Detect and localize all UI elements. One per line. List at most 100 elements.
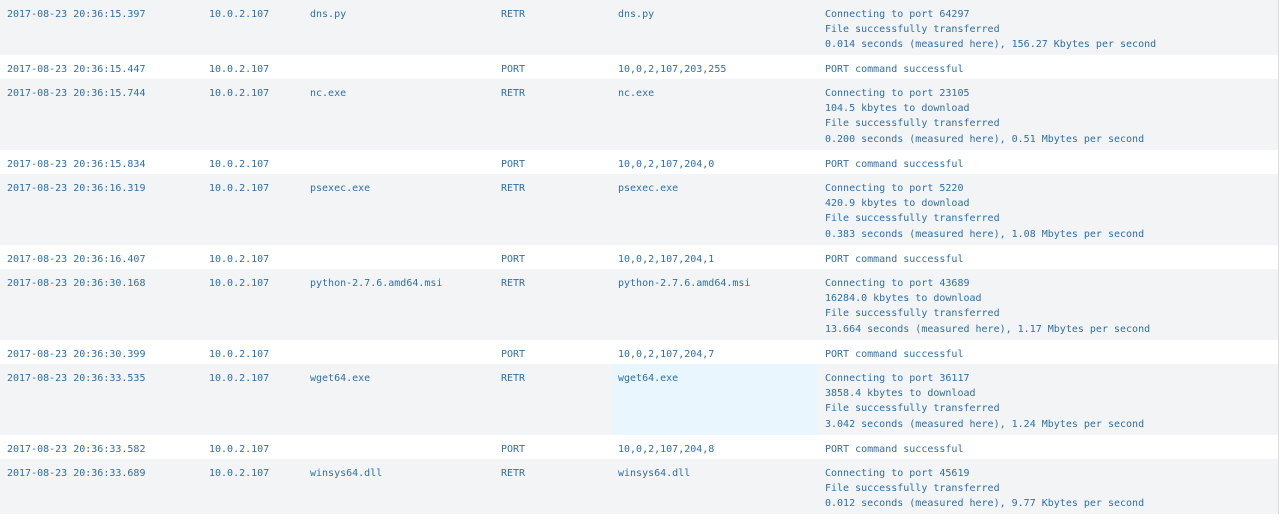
cell-timestamp: 2017-08-23 20:36:15.834: [0, 150, 202, 175]
cell-command-text: RETR: [501, 9, 526, 20]
cell-argument-text: [310, 442, 494, 457]
cell-command-text: PORT: [501, 253, 526, 265]
reply-line: File successfully transferred: [825, 483, 1000, 495]
cell-info: 10,0,2,107,204,7: [612, 340, 818, 365]
cell-reply: Connecting to port 43689 16284.0 kbytes t…: [818, 269, 1278, 340]
cell-reply: PORT command successful: [818, 245, 1278, 270]
cell-source-ip: 10.0.2.107: [202, 0, 304, 55]
cell-reply: Connecting to port 45619 File successfull…: [818, 459, 1278, 514]
cell-timestamp-text: 2017-08-23 20:36:15.397: [7, 9, 146, 20]
reply-line: Connecting to port 43689: [825, 278, 970, 289]
reply-line: File successfully transferred: [825, 24, 1000, 36]
table-row[interactable]: 2017-08-23 20:36:15.744 10.0.2.107 nc.exe R…: [0, 79, 1278, 150]
cell-timestamp: 2017-08-23 20:36:15.447: [0, 55, 202, 80]
cell-timestamp: 2017-08-23 20:36:16.407: [0, 245, 202, 270]
cell-command-text: PORT: [501, 443, 526, 455]
cell-timestamp: 2017-08-23 20:36:33.582: [0, 435, 202, 460]
table-row[interactable]: 2017-08-23 20:36:33.535 10.0.2.107 wget64.…: [0, 364, 1278, 435]
table-row[interactable]: 2017-08-23 20:36:15.834 10.0.2.107 PORT 10,…: [0, 149, 1278, 175]
cell-info-text: 10,0,2,107,204,0: [618, 158, 715, 170]
cell-command: PORT: [494, 150, 612, 175]
cell-command: PORT: [494, 435, 612, 460]
cell-argument-text: psexec.exe: [310, 183, 371, 194]
cell-info: nc.exe: [612, 79, 818, 150]
cell-info-text: wget64.exe: [618, 373, 679, 384]
cell-command: RETR: [494, 174, 612, 245]
cell-reply: Connecting to port 5220 420.9 kbytes to d…: [818, 174, 1278, 245]
cell-timestamp: 2017-08-23 20:36:30.168: [0, 269, 202, 340]
cell-source-ip-text: 10.0.2.107: [209, 278, 270, 289]
cell-timestamp-text: 2017-08-23 20:36:33.535: [7, 373, 146, 384]
cell-info-text: python-2.7.6.amd64.msi: [618, 278, 751, 289]
reply-line: PORT command successful: [825, 348, 964, 360]
cell-source-ip: 10.0.2.107: [202, 459, 304, 514]
cell-argument-text: dns.py: [310, 9, 347, 20]
cell-argument: python-2.7.6.amd64.msi: [304, 269, 494, 340]
cell-info-text: 10,0,2,107,204,7: [618, 348, 715, 360]
reply-line: File successfully transferred: [825, 213, 1000, 225]
table-row[interactable]: 2017-08-23 20:36:16.319 10.0.2.107 psexec.…: [0, 174, 1278, 245]
cell-source-ip: 10.0.2.107: [202, 55, 304, 80]
cell-info: psexec.exe: [612, 174, 818, 245]
cell-command-text: RETR: [501, 88, 526, 99]
cell-reply: PORT command successful: [818, 55, 1278, 80]
cell-argument-text: wget64.exe: [310, 373, 371, 384]
cell-command-text: RETR: [501, 278, 526, 289]
cell-source-ip: 10.0.2.107: [202, 150, 304, 175]
cell-argument-text: [310, 62, 494, 77]
table-row[interactable]: 2017-08-23 20:36:15.447 10.0.2.107 PORT 10,…: [0, 54, 1278, 80]
cell-source-ip-text: 10.0.2.107: [209, 9, 270, 20]
cell-timestamp-text: 2017-08-23 20:36:15.744: [7, 88, 146, 99]
cell-command: PORT: [494, 55, 612, 80]
cell-argument-text: nc.exe: [310, 88, 347, 99]
cell-reply: PORT command successful: [818, 435, 1278, 460]
table-row[interactable]: 2017-08-23 20:36:16.407 10.0.2.107 PORT 10,…: [0, 244, 1278, 270]
cell-argument: [304, 340, 494, 365]
reply-line: 3858.4 kbytes to download: [825, 388, 976, 400]
cell-argument: [304, 150, 494, 175]
cell-command-text: PORT: [501, 348, 526, 360]
cell-argument: nc.exe: [304, 79, 494, 150]
cell-info: python-2.7.6.amd64.msi: [612, 269, 818, 340]
cell-argument-text: [310, 252, 494, 267]
table-row[interactable]: 2017-08-23 20:36:30.168 10.0.2.107 python-…: [0, 269, 1278, 340]
table-row[interactable]: 2017-08-23 20:36:33.689 10.0.2.107 winsys6…: [0, 459, 1278, 514]
cell-argument: winsys64.dll: [304, 459, 494, 514]
cell-source-ip: 10.0.2.107: [202, 435, 304, 460]
cell-info-text: psexec.exe: [618, 183, 679, 194]
cell-argument: dns.py: [304, 0, 494, 55]
reply-line: File successfully transferred: [825, 118, 1000, 130]
table-row[interactable]: 2017-08-23 20:36:33.582 10.0.2.107 PORT 10,…: [0, 434, 1278, 460]
reply-line: 3.042 seconds (measured here), 1.24 Mbyt…: [825, 418, 1145, 430]
cell-info-text: 10,0,2,107,204,8: [618, 443, 715, 455]
reply-line: File successfully transferred: [825, 403, 1000, 415]
cell-command: RETR: [494, 0, 612, 55]
cell-argument-text: winsys64.dll: [310, 468, 383, 479]
cell-command: RETR: [494, 364, 612, 435]
reply-line: 0.200 seconds (measured here), 0.51 Mbyt…: [825, 133, 1145, 145]
reply-line: 13.664 seconds (measured here), 1.17 Mby…: [825, 323, 1151, 335]
cell-command: PORT: [494, 340, 612, 365]
cell-argument-text: [310, 347, 494, 362]
cell-timestamp: 2017-08-23 20:36:15.744: [0, 79, 202, 150]
cell-argument: [304, 435, 494, 460]
cell-command-text: PORT: [501, 63, 526, 75]
cell-source-ip-text: 10.0.2.107: [209, 253, 270, 265]
cell-argument-text: [310, 157, 494, 172]
ftp-log-table: 2017-08-23 20:36:15.397 10.0.2.107 dns.py R…: [0, 0, 1279, 514]
reply-line: Connecting to port 23105: [825, 88, 970, 99]
cell-info-text: 10,0,2,107,204,1: [618, 253, 715, 265]
table-row[interactable]: 2017-08-23 20:36:15.397 10.0.2.107 dns.py R…: [0, 0, 1278, 55]
cell-source-ip-text: 10.0.2.107: [209, 348, 270, 360]
cell-info: dns.py: [612, 0, 818, 55]
cell-info-text: 10,0,2,107,203,255: [618, 63, 727, 75]
cell-command-text: PORT: [501, 158, 526, 170]
table-row[interactable]: 2017-08-23 20:36:30.399 10.0.2.107 PORT 10,…: [0, 339, 1278, 365]
cell-reply: Connecting to port 36117 3858.4 kbytes to…: [818, 364, 1278, 435]
cell-command: RETR: [494, 459, 612, 514]
cell-source-ip-text: 10.0.2.107: [209, 88, 270, 99]
reply-line: Connecting to port 5220: [825, 183, 964, 194]
cell-argument: psexec.exe: [304, 174, 494, 245]
cell-timestamp-text: 2017-08-23 20:36:30.168: [7, 278, 146, 289]
cell-timestamp: 2017-08-23 20:36:30.399: [0, 340, 202, 365]
